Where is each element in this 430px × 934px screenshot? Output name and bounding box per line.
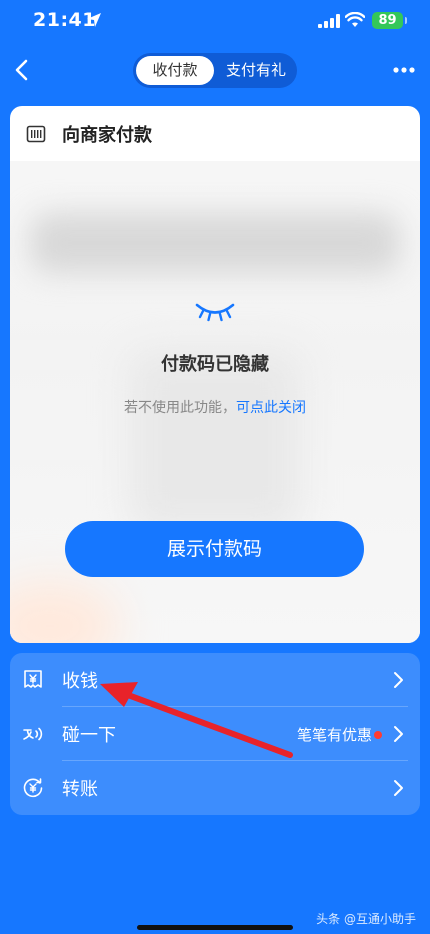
blurred-qr-code xyxy=(130,351,300,531)
tab-switch: 收付款 支付有礼 xyxy=(133,53,297,88)
blurred-barcode xyxy=(30,213,400,273)
battery-indicator: 89 xyxy=(372,12,407,29)
tab-receive-pay[interactable]: 收付款 xyxy=(136,56,214,85)
chevron-right-icon xyxy=(394,726,403,742)
status-bar: 21:41 89 xyxy=(0,0,430,44)
list-item-receive-money[interactable]: 收钱 xyxy=(10,653,420,707)
list-item-tap-pay[interactable]: 碰一下 笔笔有优惠 xyxy=(10,707,420,761)
tab-pay-rewards[interactable]: 支付有礼 xyxy=(217,56,295,85)
yuan-receipt-icon xyxy=(24,670,42,688)
home-indicator xyxy=(137,925,293,930)
action-label: 收钱 xyxy=(62,671,98,692)
list-item-transfer[interactable]: 转账 xyxy=(10,761,420,815)
decorative-glow xyxy=(10,581,120,643)
disable-feature-link[interactable]: 可点此关闭 xyxy=(236,400,306,416)
pay-merchant-card: 向商家付款 付款码已隐藏 若不使用此功能，可点此关闭 展示付款码 xyxy=(10,106,420,643)
location-arrow-icon xyxy=(87,13,101,27)
barcode-icon xyxy=(26,125,46,143)
action-label: 碰一下 xyxy=(62,725,116,746)
transfer-icon xyxy=(23,778,43,798)
show-payment-code-button[interactable]: 展示付款码 xyxy=(65,521,364,577)
hint-text: 若不使用此功能， xyxy=(124,400,236,416)
action-label: 转账 xyxy=(62,779,98,800)
nfc-tap-icon xyxy=(23,727,43,741)
promo-text: 笔笔有优惠 xyxy=(296,726,372,744)
more-options-icon[interactable] xyxy=(390,60,418,80)
back-button[interactable] xyxy=(10,55,36,85)
eye-closed-icon xyxy=(195,303,235,322)
wifi-icon xyxy=(345,12,365,27)
card-header: 向商家付款 xyxy=(10,106,420,161)
cellular-signal-icon xyxy=(318,14,340,28)
chevron-right-icon xyxy=(394,672,403,688)
chevron-right-icon xyxy=(394,780,403,796)
notification-dot xyxy=(374,731,382,739)
code-hidden-title: 付款码已隐藏 xyxy=(161,354,269,375)
watermark: 头条 @互通小助手 xyxy=(316,912,416,926)
code-hidden-hint: 若不使用此功能，可点此关闭 xyxy=(10,397,420,417)
action-list: 收钱 碰一下 笔笔有优惠 转账 xyxy=(10,653,420,815)
card-title: 向商家付款 xyxy=(62,125,152,146)
